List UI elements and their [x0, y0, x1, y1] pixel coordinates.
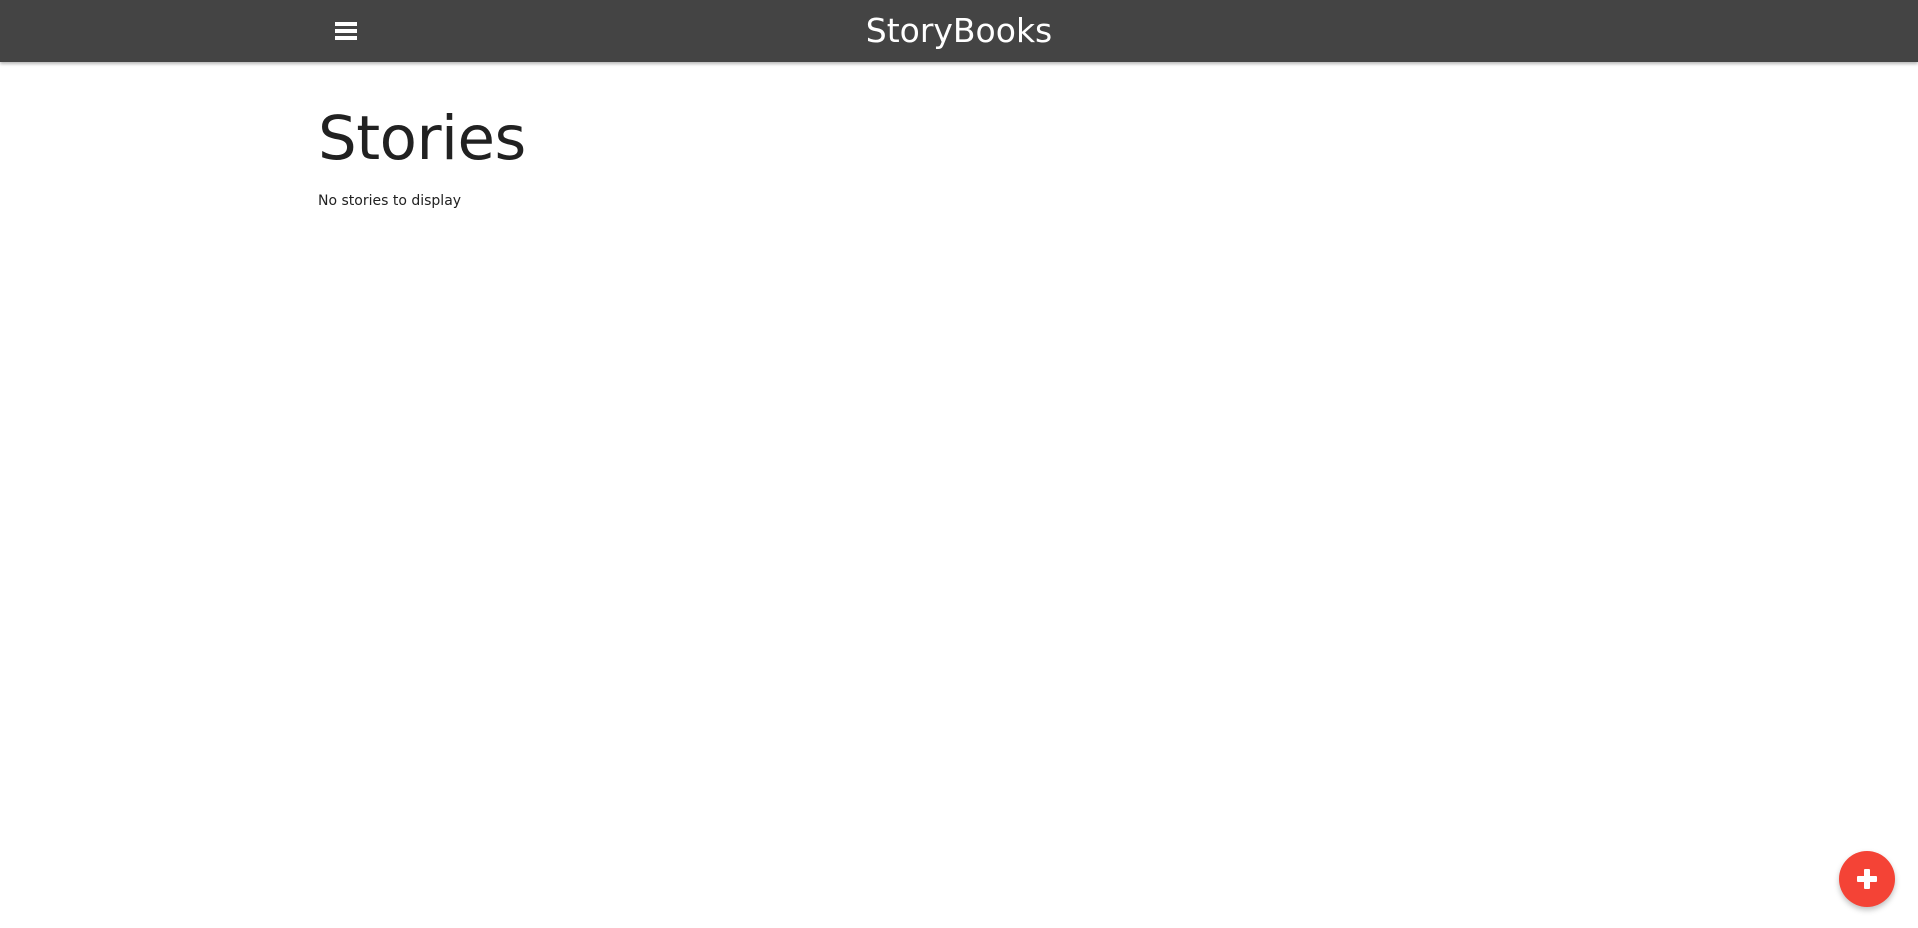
- main-content: Stories No stories to display: [318, 62, 1600, 209]
- hamburger-menu-icon: [335, 22, 357, 40]
- brand-logo: StoryBooks: [0, 0, 1918, 62]
- menu-button[interactable]: [328, 16, 364, 46]
- top-navbar: StoryBooks: [0, 0, 1918, 62]
- empty-state-message: No stories to display: [318, 193, 462, 210]
- brand-link[interactable]: StoryBooks: [866, 11, 1053, 50]
- plus-icon: [1857, 869, 1877, 889]
- add-story-button[interactable]: [1839, 851, 1895, 907]
- page-title: Stories: [318, 103, 526, 174]
